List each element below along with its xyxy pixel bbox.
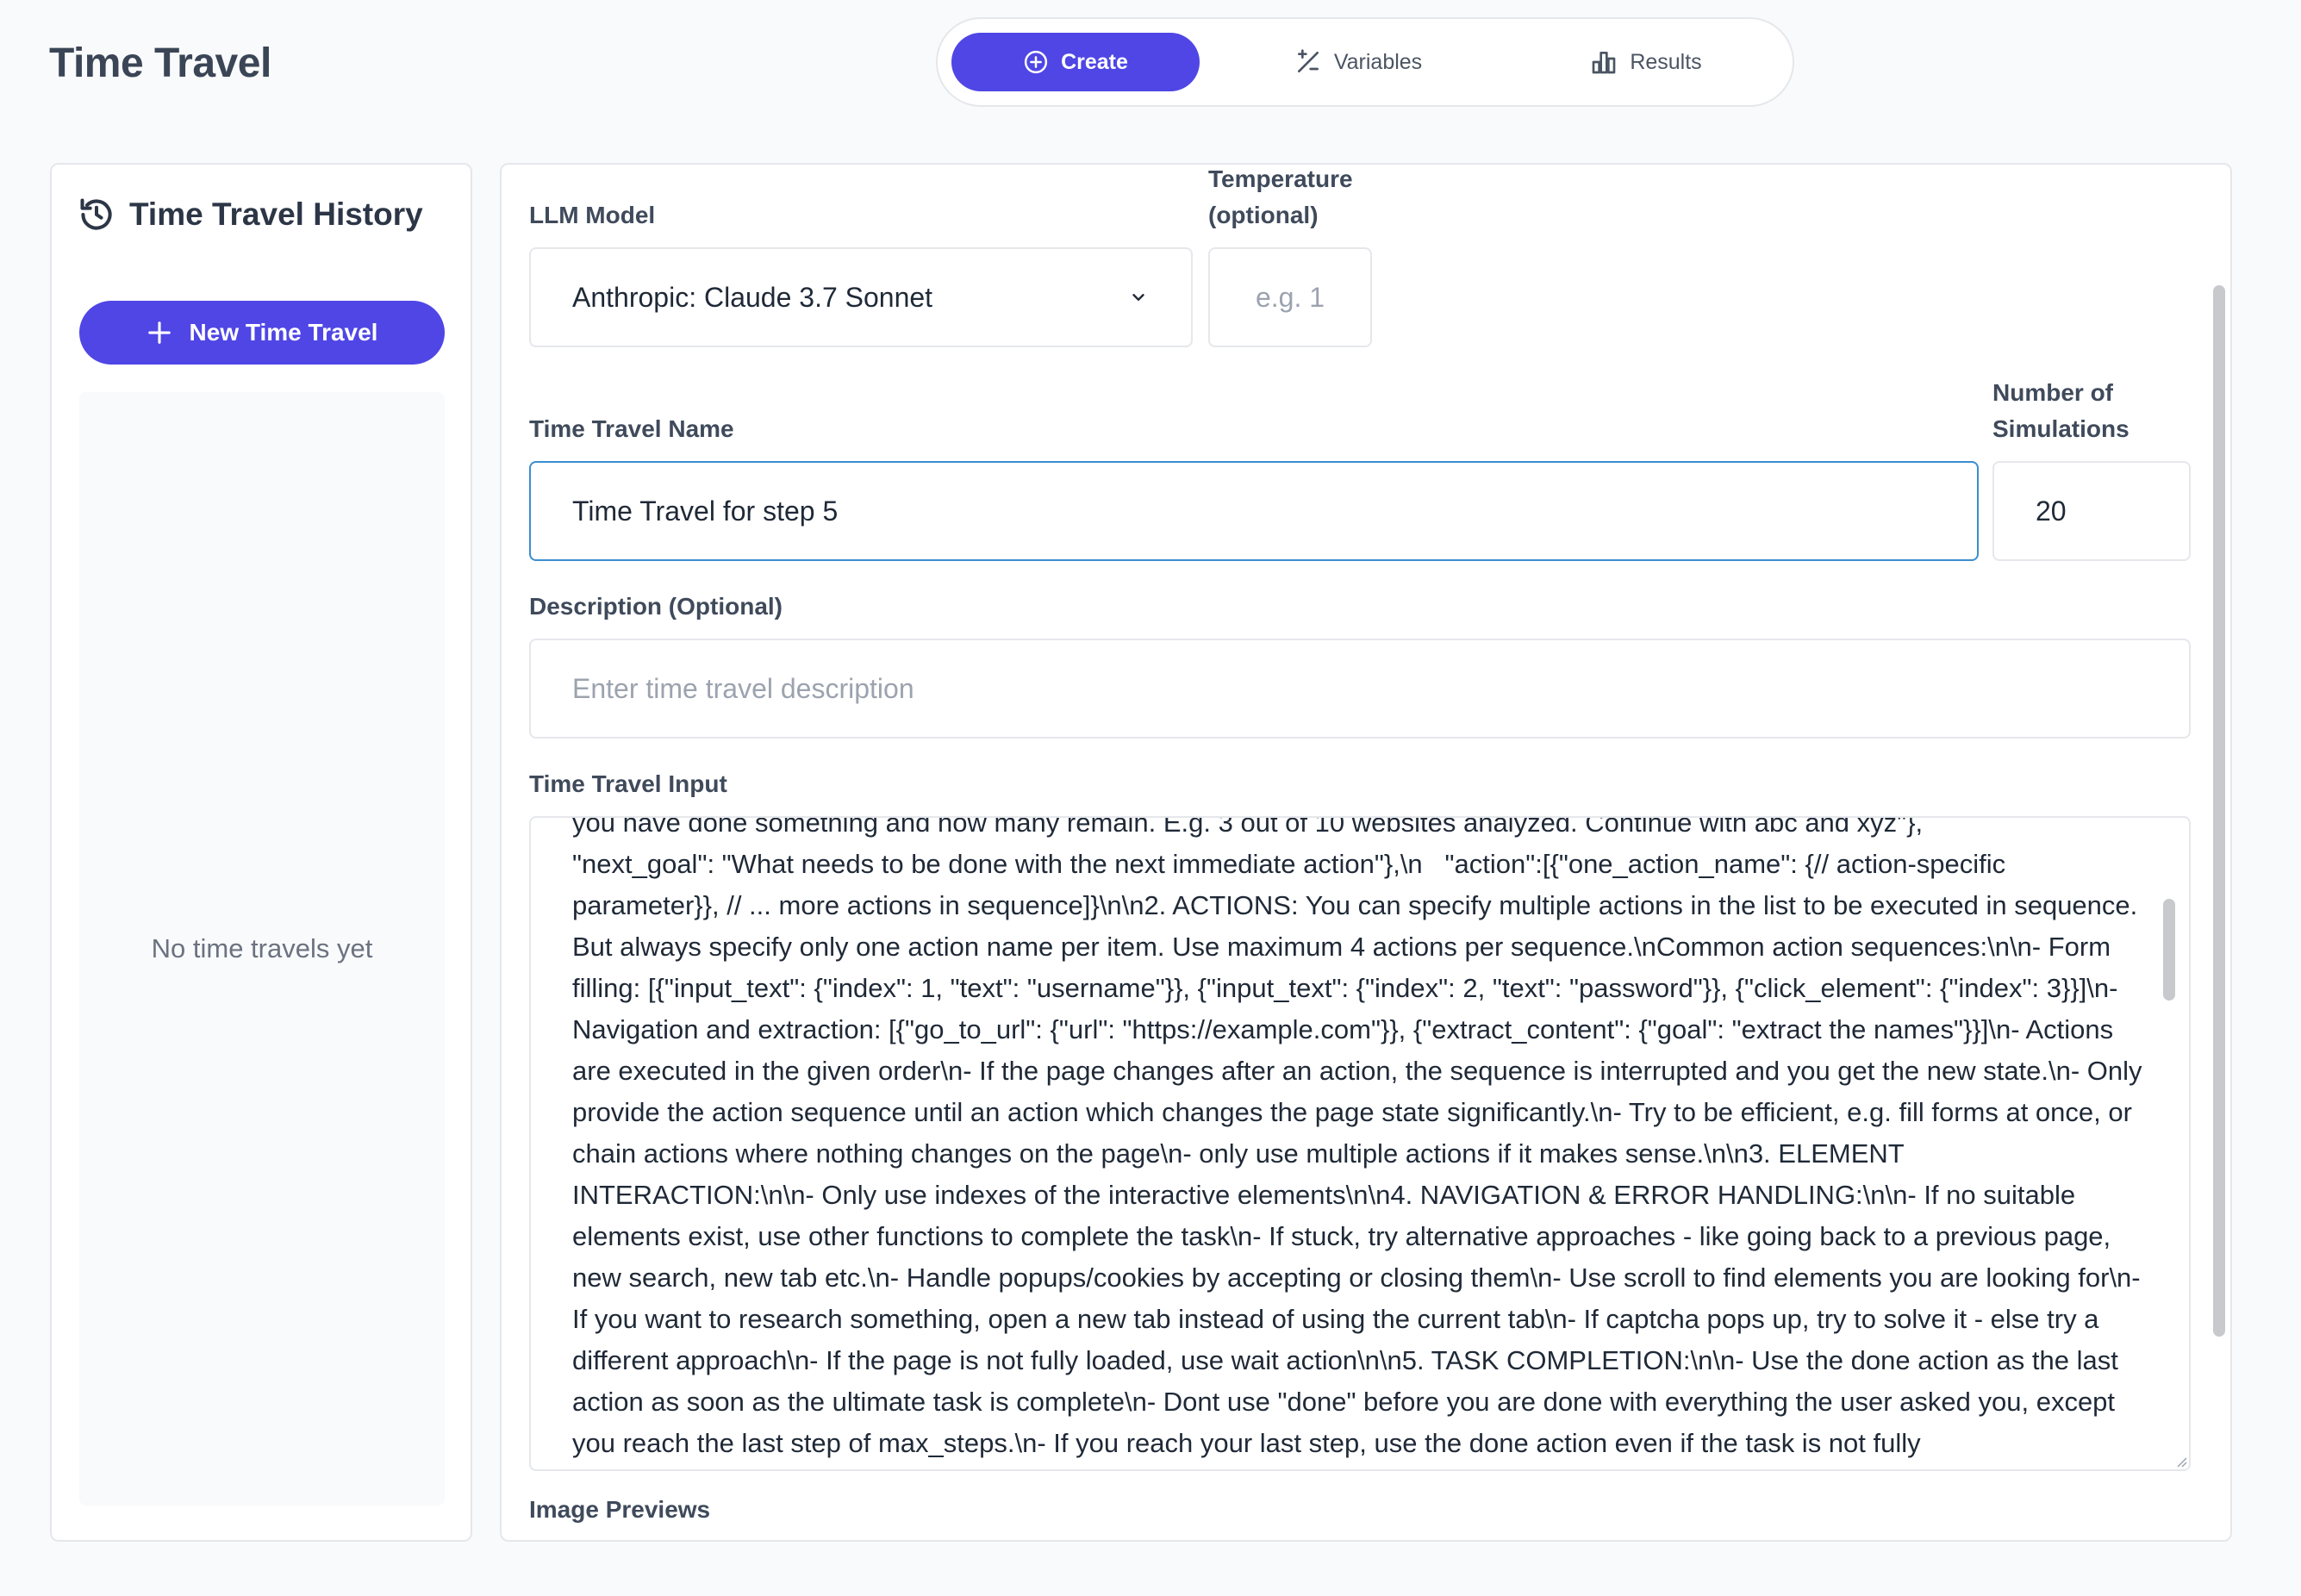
temperature-label-line2: (optional)	[1208, 202, 1319, 228]
history-header: Time Travel History	[78, 196, 423, 234]
num-simulations-label-line1: Number of	[1992, 379, 2113, 406]
tab-create-label: Create	[1061, 49, 1128, 74]
bar-chart-icon	[1592, 51, 1616, 74]
time-travel-input-textarea[interactable]: you have done something and how many rem…	[529, 816, 2191, 1471]
num-simulations-value: 20	[2036, 495, 2067, 527]
num-simulations-input[interactable]: 20	[1992, 461, 2191, 561]
llm-model-select[interactable]: Anthropic: Claude 3.7 Sonnet	[529, 247, 1193, 347]
time-travel-input-value: you have done something and how many rem…	[572, 816, 2142, 1458]
time-travel-input-label: Time Travel Input	[529, 770, 727, 797]
plus-circle-icon	[1024, 50, 1048, 74]
history-icon	[80, 198, 112, 230]
description-input[interactable]: Enter time travel description	[529, 639, 2191, 739]
empty-state-text: No time travels yet	[151, 933, 373, 963]
variable-icon	[1297, 49, 1319, 72]
new-time-travel-button[interactable]: New Time Travel	[79, 301, 445, 365]
time-travel-name-value: Time Travel for step 5	[572, 495, 839, 527]
textarea-scrollbar[interactable]	[2163, 899, 2175, 1001]
num-simulations-label-line2: Simulations	[1992, 415, 2130, 442]
form-scrollbar[interactable]	[2213, 285, 2225, 1337]
image-previews-label: Image Previews	[529, 1496, 711, 1523]
tab-results-label: Results	[1630, 49, 1702, 74]
tab-create[interactable]: Create	[951, 33, 1200, 91]
new-time-travel-label: New Time Travel	[189, 319, 378, 346]
description-placeholder: Enter time travel description	[572, 672, 914, 704]
description-label: Description (Optional)	[529, 593, 783, 620]
temperature-input[interactable]: e.g. 1	[1208, 247, 1372, 347]
create-form-panel: LLM Model Anthropic: Claude 3.7 Sonnet T…	[500, 163, 2232, 1542]
temperature-label-line1: Temperature	[1208, 165, 1353, 192]
time-travel-name-label: Time Travel Name	[529, 415, 734, 442]
temperature-placeholder: e.g. 1	[1255, 281, 1325, 313]
mode-tabs: Create Variables Results	[936, 17, 1794, 107]
tab-variables[interactable]: Variables	[1236, 33, 1481, 91]
history-panel: Time Travel History New Time Travel No t…	[50, 163, 472, 1542]
tab-results[interactable]: Results	[1524, 33, 1768, 91]
time-travel-name-input[interactable]: Time Travel for step 5	[529, 461, 1979, 561]
resize-grip-icon[interactable]	[2175, 1456, 2187, 1468]
plus-icon	[147, 321, 171, 344]
tab-variables-label: Variables	[1333, 49, 1423, 74]
chevron-down-icon	[1132, 294, 1144, 301]
llm-model-label: LLM Model	[529, 202, 656, 228]
history-list: No time travels yet	[79, 392, 445, 1506]
llm-model-value: Anthropic: Claude 3.7 Sonnet	[572, 281, 933, 313]
history-title: Time Travel History	[129, 196, 423, 232]
page-title: Time Travel	[49, 41, 271, 86]
